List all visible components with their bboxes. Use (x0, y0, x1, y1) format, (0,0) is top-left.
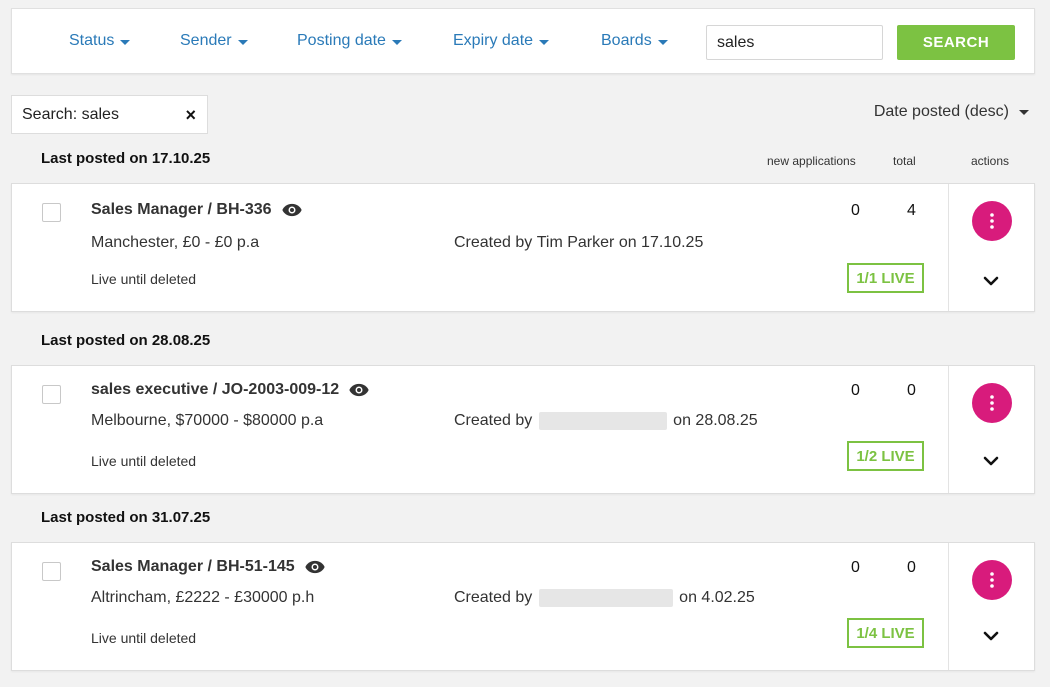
created-suffix: on 17.10.25 (618, 234, 704, 251)
group-title: Last posted on 28.08.25 (41, 332, 211, 349)
created-prefix: Created by (454, 234, 533, 251)
sort-dropdown[interactable]: Date posted (desc) (874, 103, 1029, 121)
actions-cell (948, 366, 1035, 493)
caret-down-icon (657, 39, 668, 45)
new-applications-count: 0 (851, 559, 860, 576)
total-applications-count: 4 (907, 202, 916, 219)
sender-filter-label: Sender (180, 32, 232, 49)
caret-down-icon (120, 39, 131, 45)
search-button[interactable]: SEARCH (897, 25, 1015, 60)
active-search-chip-label: Search: sales (22, 105, 119, 123)
more-actions-button[interactable] (972, 560, 1012, 600)
live-status-badge[interactable]: 1/1 LIVE (847, 263, 924, 293)
actions-cell (948, 543, 1035, 670)
actions-cell (948, 184, 1035, 311)
sort-label: Date posted (desc) (873, 103, 1009, 120)
job-location-salary: Melbourne, $70000 - $80000 p.a (91, 412, 324, 429)
posting-date-filter-label: Posting date (297, 32, 386, 49)
eye-icon[interactable] (281, 203, 303, 217)
job-title-text: sales executive / JO-2003-009-12 (91, 381, 340, 398)
eye-icon[interactable] (348, 383, 370, 397)
filter-bar: Status Sender Posting date Expiry date B… (11, 8, 1035, 74)
posting-date-filter[interactable]: Posting date (297, 32, 402, 50)
group-title: Last posted on 31.07.25 (41, 509, 211, 526)
live-until-text: Live until deleted (91, 271, 197, 287)
kebab-icon (990, 213, 994, 229)
created-name: Tim Parker (536, 234, 615, 251)
new-applications-count: 0 (851, 382, 860, 399)
more-actions-button[interactable] (972, 383, 1012, 423)
active-search-chip: Search: sales × (11, 95, 208, 134)
job-card: sales executive / JO-2003-009-12 Melbour… (11, 365, 1035, 494)
new-applications-count: 0 (851, 202, 860, 219)
live-until-text: Live until deleted (91, 630, 197, 646)
caret-down-icon (237, 39, 248, 45)
expiry-date-filter[interactable]: Expiry date (453, 32, 550, 50)
boards-filter[interactable]: Boards (601, 32, 668, 50)
job-location-salary: Altrincham, £2222 - £30000 p.h (91, 589, 315, 606)
search-input[interactable] (706, 25, 883, 60)
created-prefix: Created by (454, 589, 533, 606)
created-suffix: on 4.02.25 (679, 589, 755, 606)
close-icon[interactable]: × (185, 105, 196, 126)
caret-down-icon (539, 39, 550, 45)
kebab-icon (990, 572, 994, 588)
caret-down-icon (1019, 109, 1029, 115)
column-header-actions: actions (971, 154, 1010, 168)
redacted-name (538, 589, 673, 607)
chevron-down-icon[interactable] (983, 631, 999, 641)
live-status-badge[interactable]: 1/4 LIVE (847, 618, 924, 648)
status-filter[interactable]: Status (69, 32, 131, 50)
boards-filter-label: Boards (601, 32, 652, 49)
job-title-text: Sales Manager / BH-336 (91, 201, 272, 218)
created-prefix: Created by (454, 412, 533, 429)
live-status-badge[interactable]: 1/2 LIVE (847, 441, 924, 471)
job-title[interactable]: Sales Manager / BH-336 (91, 201, 303, 219)
job-card: Sales Manager / BH-336 Manchester, £0 - … (11, 183, 1035, 312)
job-created-by: Created by Tim Parker on 17.10.25 (454, 234, 703, 252)
job-location-salary: Manchester, £0 - £0 p.a (91, 234, 260, 251)
job-checkbox[interactable] (42, 203, 61, 222)
live-until-text: Live until deleted (91, 453, 197, 469)
expiry-date-filter-label: Expiry date (453, 32, 534, 49)
total-applications-count: 0 (907, 382, 916, 399)
job-checkbox[interactable] (42, 562, 61, 581)
caret-down-icon (391, 39, 402, 45)
redacted-name (538, 412, 667, 430)
more-actions-button[interactable] (972, 201, 1012, 241)
total-applications-count: 0 (907, 559, 916, 576)
created-suffix: on 28.08.25 (673, 412, 758, 429)
sender-filter[interactable]: Sender (180, 32, 248, 50)
job-title-text: Sales Manager / BH-51-145 (91, 558, 295, 575)
job-created-by: Created by on 4.02.25 (454, 589, 755, 607)
column-header-new-applications: new applications (767, 154, 856, 168)
job-checkbox[interactable] (42, 385, 61, 404)
kebab-icon (990, 395, 994, 411)
eye-icon[interactable] (304, 560, 326, 574)
job-title[interactable]: sales executive / JO-2003-009-12 (91, 381, 370, 399)
job-created-by: Created by on 28.08.25 (454, 412, 758, 430)
group-title: Last posted on 17.10.25 (41, 150, 211, 167)
chevron-down-icon[interactable] (983, 276, 999, 286)
column-header-total: total (893, 154, 916, 168)
chevron-down-icon[interactable] (983, 456, 999, 466)
job-title[interactable]: Sales Manager / BH-51-145 (91, 558, 326, 576)
status-filter-label: Status (69, 32, 115, 49)
job-card: Sales Manager / BH-51-145 Altrincham, £2… (11, 542, 1035, 671)
